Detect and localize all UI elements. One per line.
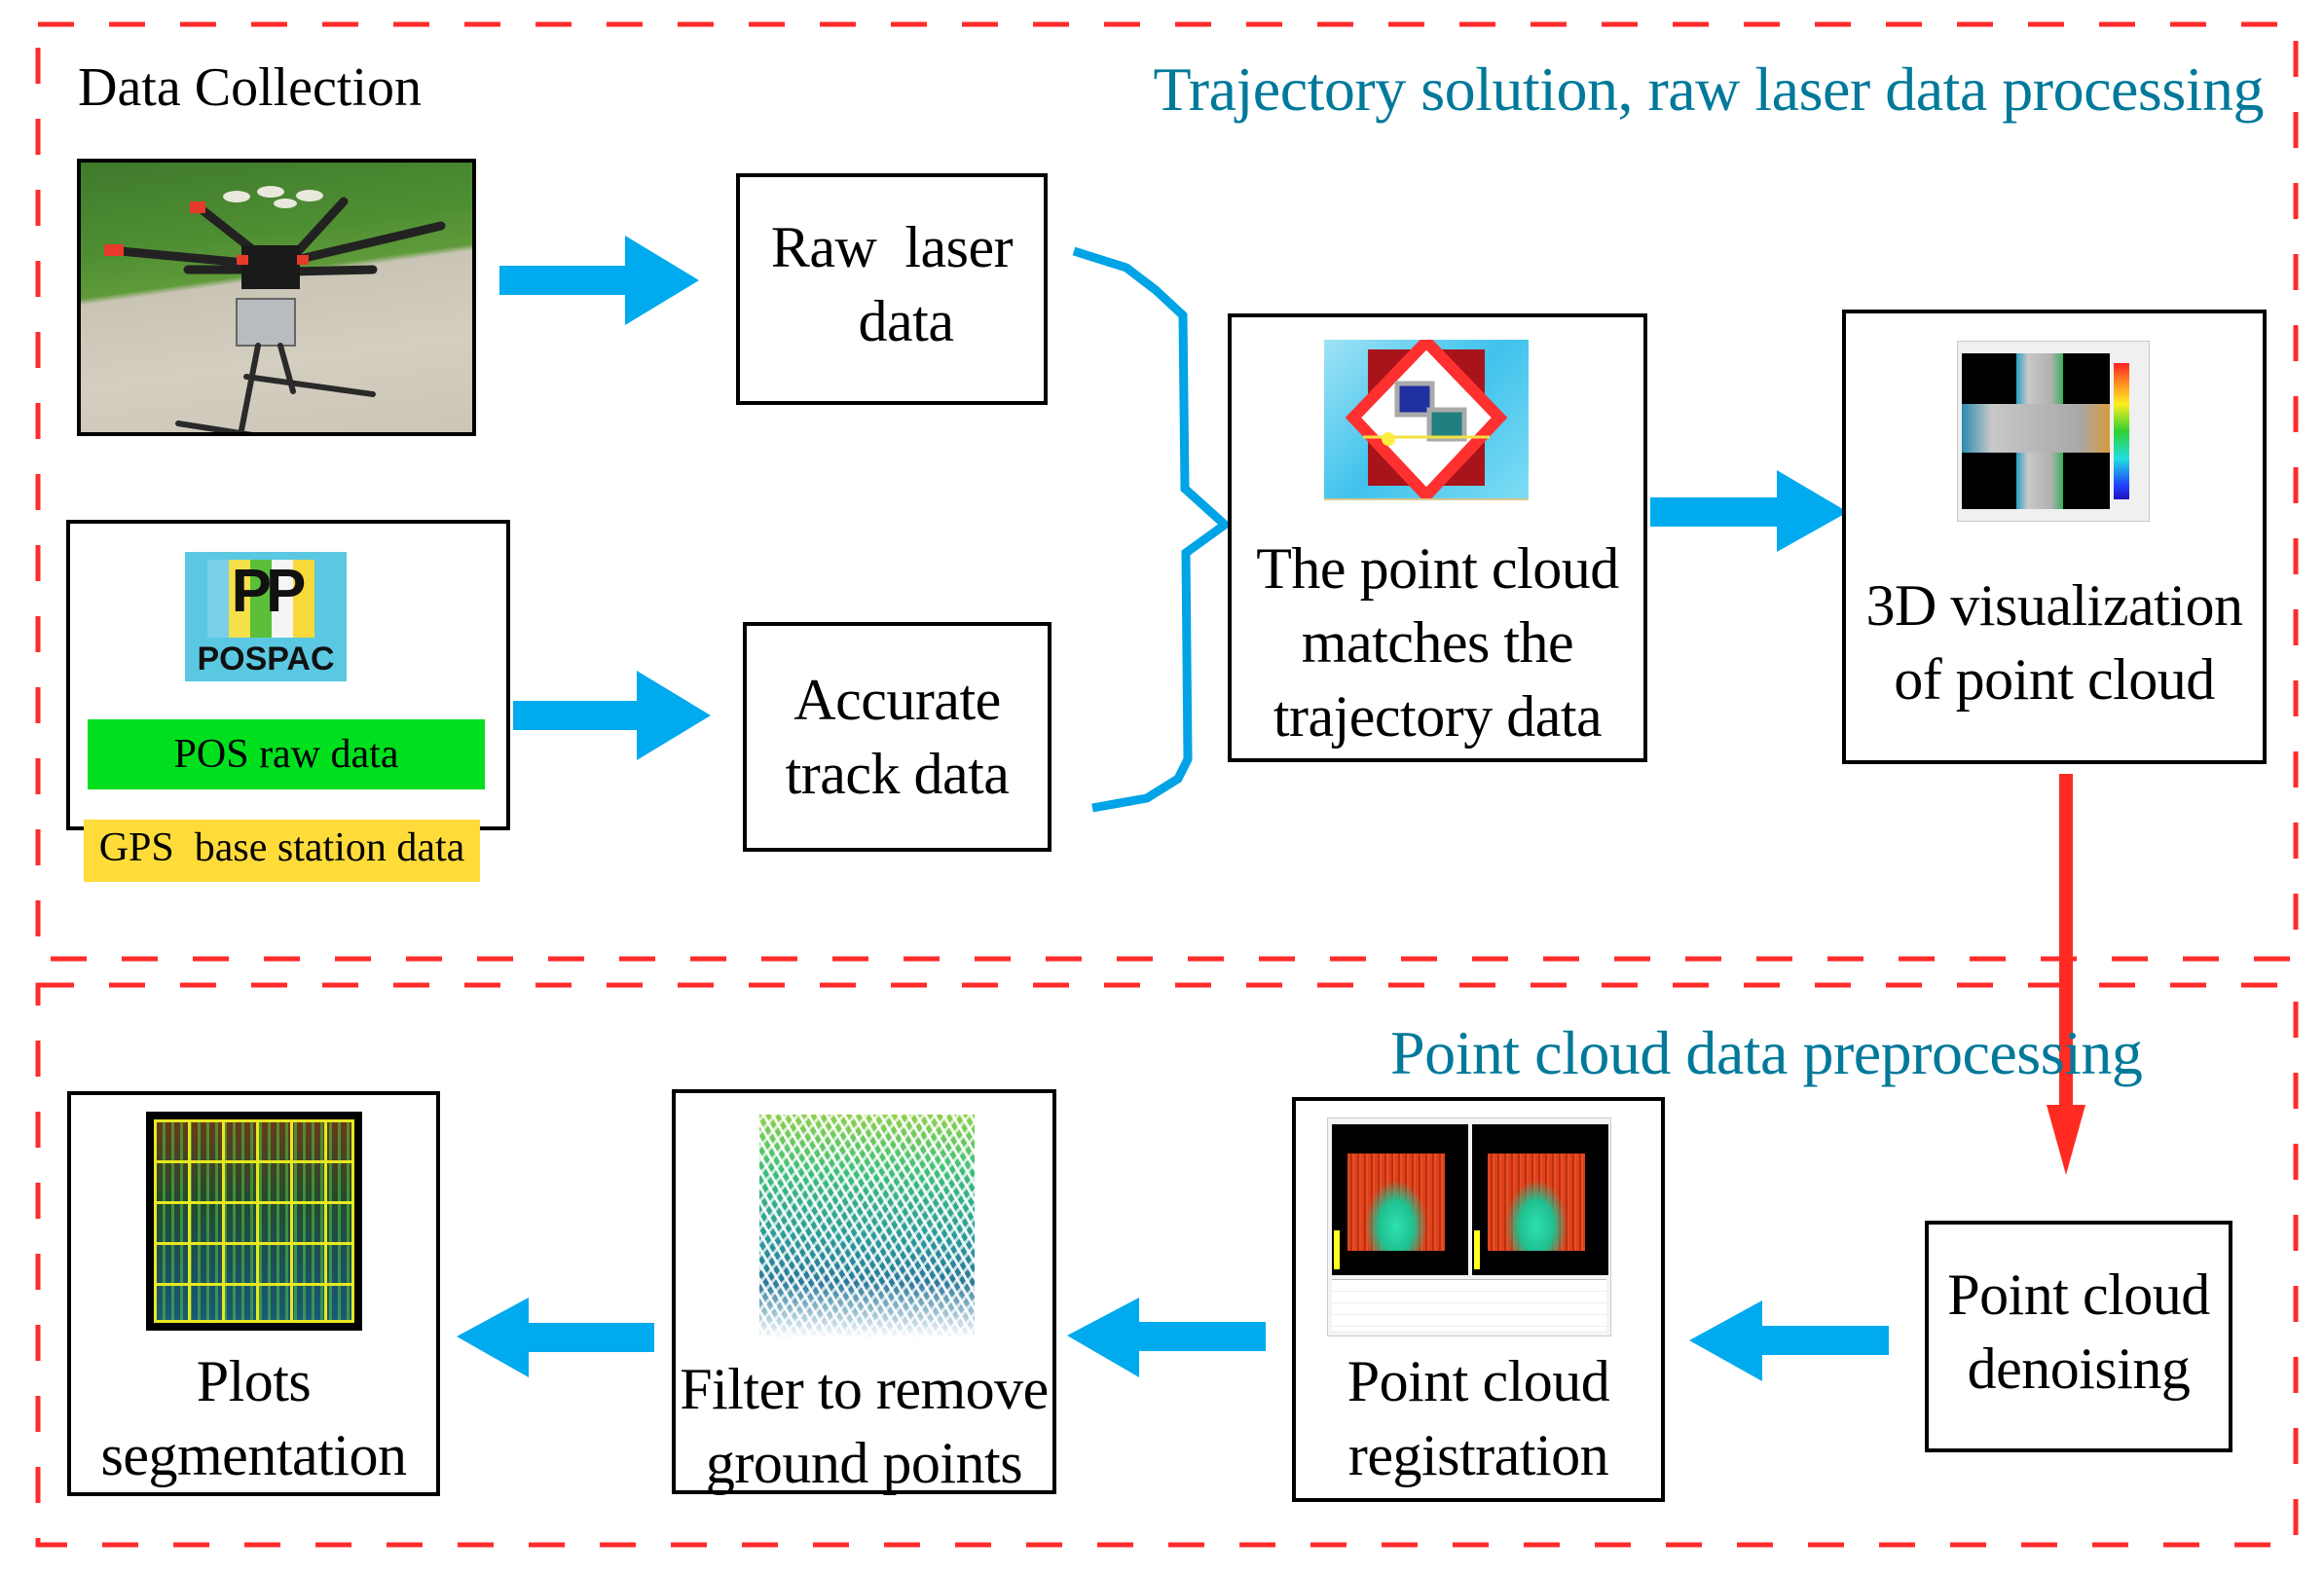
registration-screenshot: [1327, 1117, 1611, 1336]
plots-segmentation-image: [146, 1112, 362, 1331]
node-raw-laser-data-label: Raw laser data: [770, 215, 1014, 353]
registration-pane-reference: [1332, 1124, 1468, 1275]
cross-road-horizontal: [1962, 404, 2110, 453]
node-trajectory-matching: The point cloud matches the trajectory d…: [1228, 313, 1647, 762]
data-collection-label: Data Collection: [78, 57, 423, 118]
node-3d-visualization-label: 3D visualization of point cloud: [1865, 573, 2243, 712]
node-denoising-label: Point cloud denoising: [1947, 1263, 2210, 1401]
pospac-icon-letters: PP: [231, 558, 307, 625]
arrow-match-to-visualization: [1650, 470, 1848, 552]
laser-diamond-icon: [1345, 333, 1508, 504]
density-colorbar: [2114, 363, 2129, 499]
arrow-registration-to-filter: [1067, 1298, 1266, 1377]
drone-icon: [104, 186, 446, 432]
node-accurate-track-data: Accurate track data: [743, 622, 1051, 852]
section-title-preprocessing: Point cloud data preprocessing: [1390, 1018, 2143, 1087]
node-ground-filter-label: Filter to remove ground points: [680, 1357, 1049, 1495]
laser-software-icon: [1324, 333, 1529, 504]
registration-pane-aligned: [1472, 1124, 1608, 1275]
section-title-trajectory: Trajectory solution, raw laser data proc…: [1153, 55, 2264, 124]
gps-base-station-band: GPS base station data: [84, 820, 480, 882]
node-accurate-track-data-label: Accurate track data: [785, 668, 1010, 806]
node-raw-laser-data: Raw laser data: [736, 173, 1048, 405]
plots-grid-overlay: [154, 1119, 354, 1323]
node-3d-visualization: 3D visualization of point cloud: [1842, 310, 2267, 764]
arrow-drone-to-raw-laser: [499, 236, 699, 325]
node-denoising: Point cloud denoising: [1925, 1221, 2232, 1452]
registration-scale-bar: [1474, 1230, 1480, 1269]
node-ground-filter: Filter to remove ground points: [672, 1089, 1056, 1495]
pospac-icon: PP POSPAC: [185, 552, 347, 681]
registration-cloud-aligned: [1488, 1153, 1585, 1251]
node-pospac: PP POSPAC POS raw data GPS base station …: [66, 520, 510, 882]
filtered-point-cloud-image: [759, 1115, 975, 1338]
arrow-visualization-to-denoising-head: [2047, 1105, 2085, 1175]
registration-cloud-reference: [1347, 1153, 1445, 1251]
visualization-screenshot: [1957, 341, 2150, 522]
node-plots-segmentation-label: Plots segmentation: [100, 1349, 407, 1487]
merge-brace: [1072, 246, 1233, 813]
arrow-pospac-to-accurate-track: [513, 671, 711, 760]
arrow-filter-to-plots: [457, 1298, 654, 1377]
pos-raw-data-band: POS raw data: [88, 719, 485, 789]
node-plots-segmentation: Plots segmentation: [67, 1091, 440, 1496]
node-registration: Point cloud registration: [1292, 1097, 1665, 1502]
registration-scale-bar: [1334, 1230, 1340, 1269]
arrow-denoising-to-registration: [1689, 1300, 1889, 1381]
node-trajectory-matching-label: The point cloud matches the trajectory d…: [1256, 536, 1619, 749]
visualization-canvas: [1962, 353, 2110, 509]
drone-photo: [77, 159, 476, 436]
pospac-icon-label: POSPAC: [197, 641, 335, 677]
node-registration-label: Point cloud registration: [1346, 1349, 1610, 1487]
registration-table: [1332, 1279, 1606, 1331]
